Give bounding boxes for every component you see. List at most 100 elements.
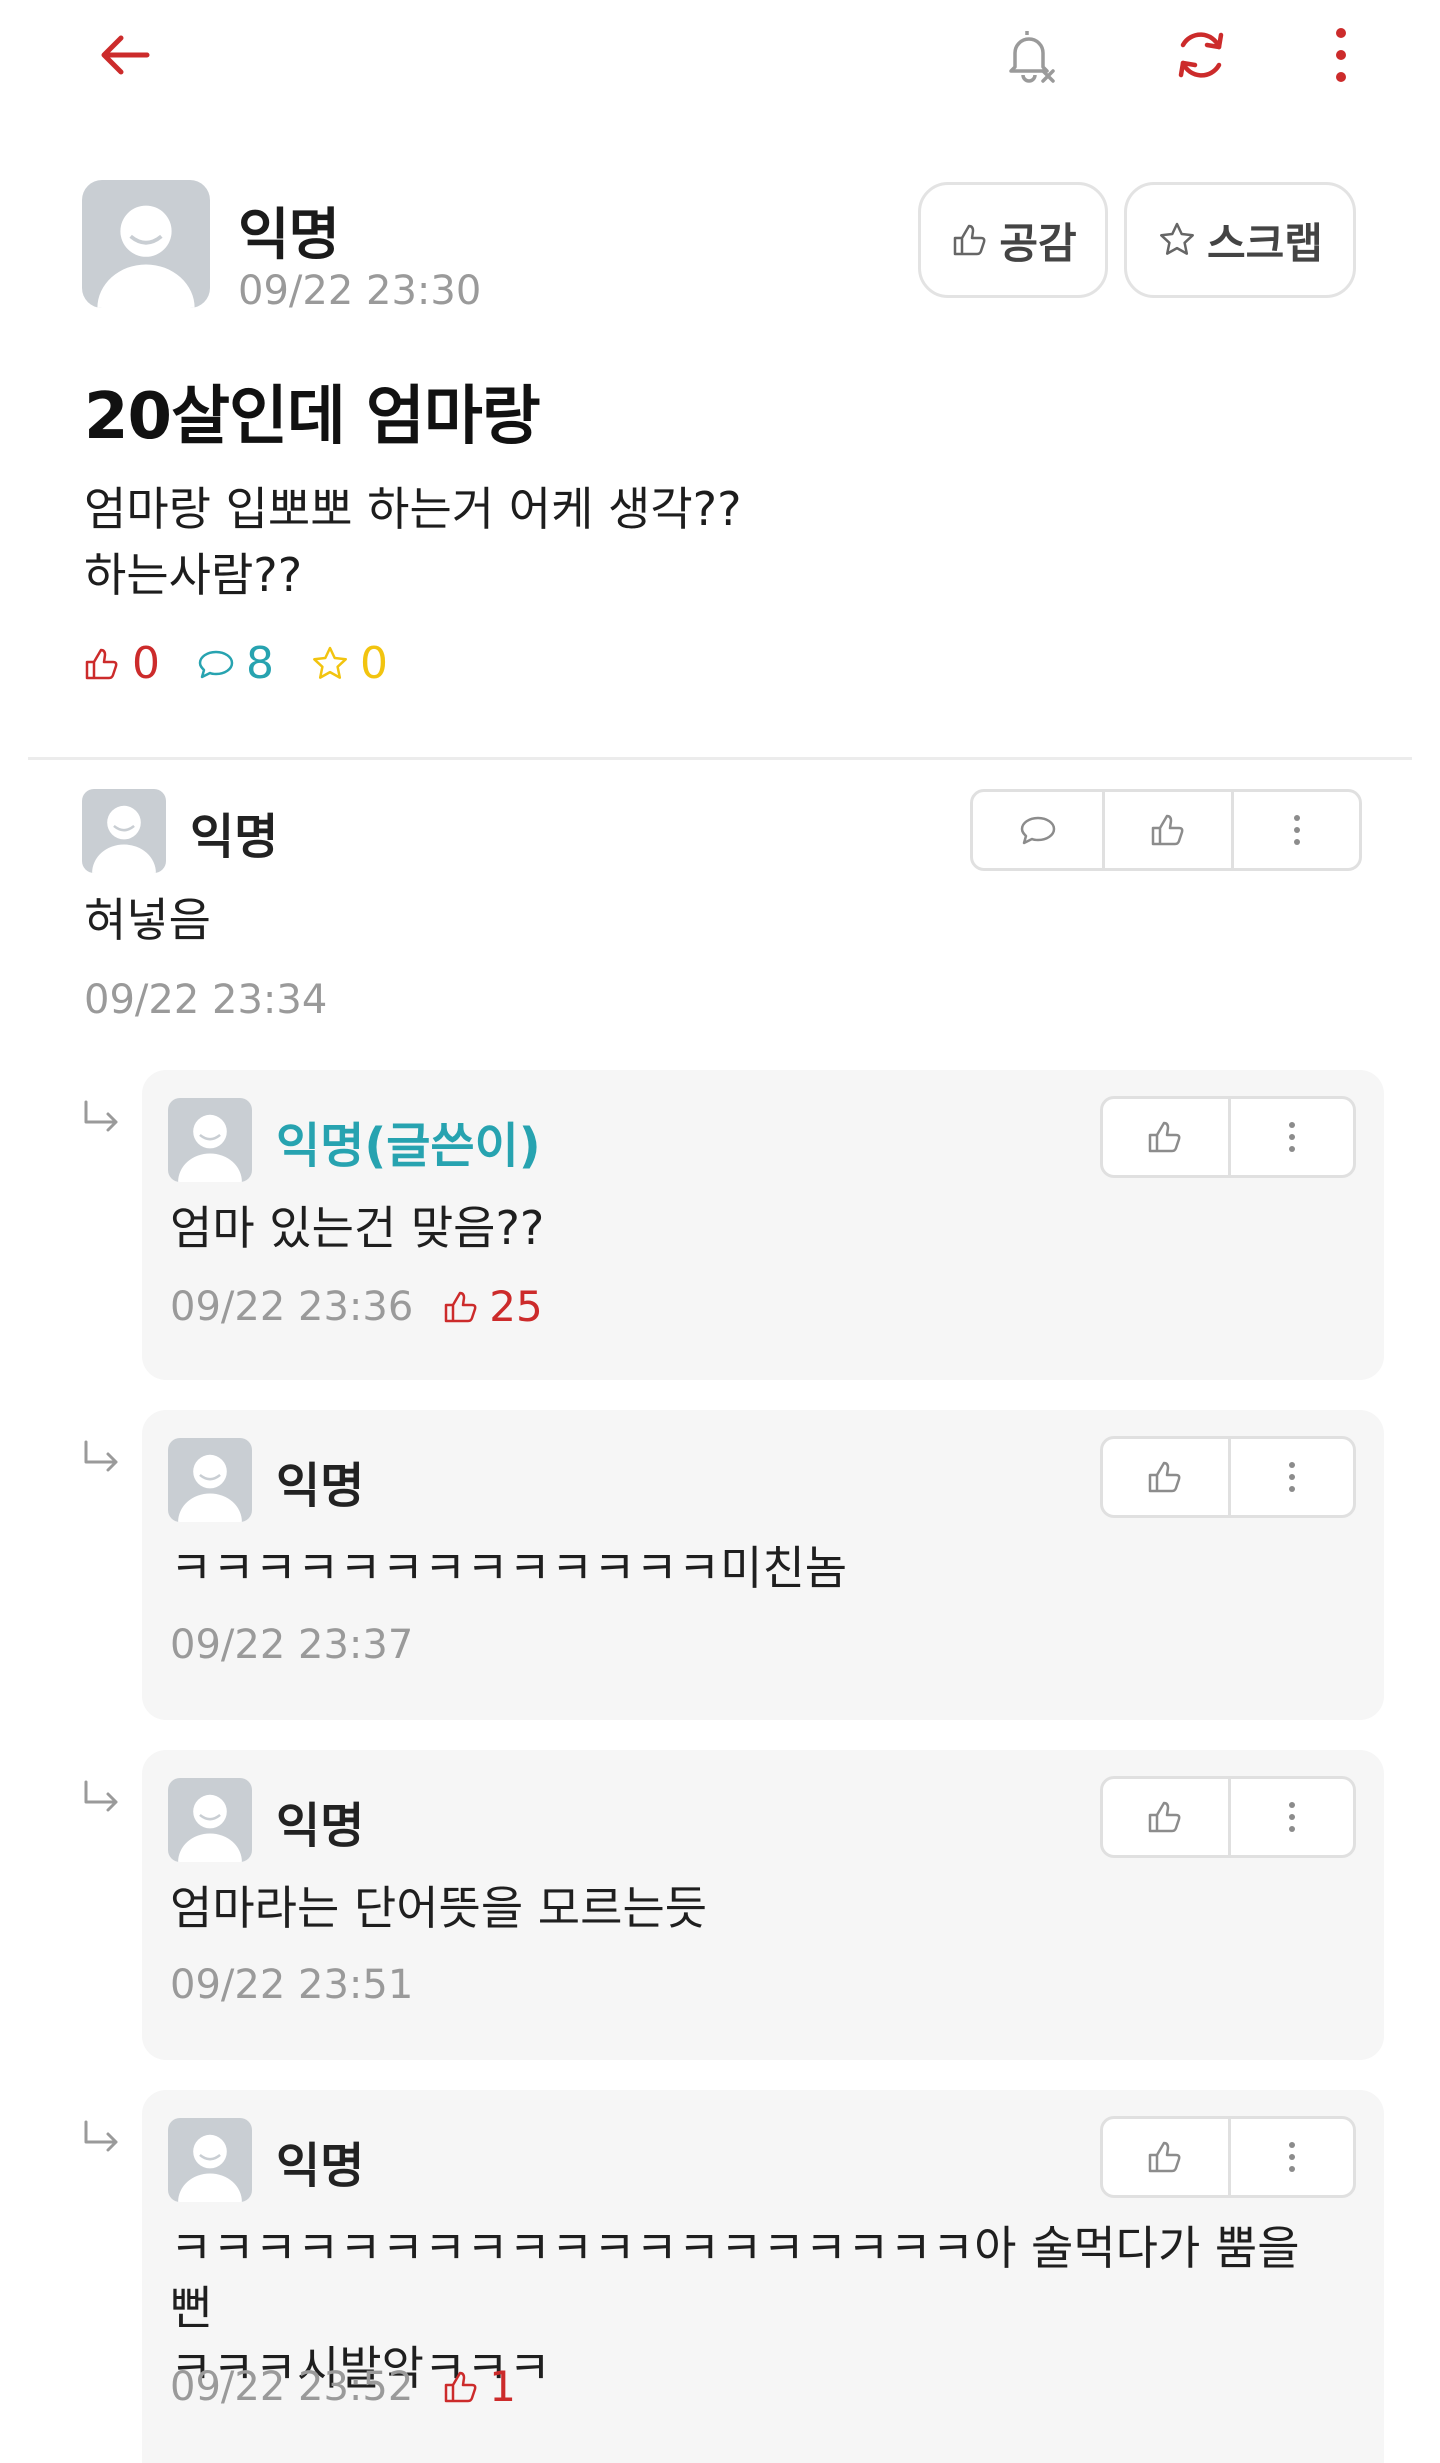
more-vertical-icon	[1293, 815, 1300, 845]
post-stats: 0 8 0	[82, 638, 424, 689]
reply-meta: 09/22 23:52 1	[170, 2362, 516, 2411]
reply-like-button[interactable]	[1103, 1779, 1228, 1855]
reply-author: 익명	[276, 2138, 365, 2194]
scrap-count-value: 0	[360, 638, 388, 689]
default-avatar-icon	[178, 2134, 242, 2202]
top-bar	[0, 0, 1440, 110]
thumbs-up-icon	[85, 648, 118, 679]
reply-button[interactable]	[973, 792, 1102, 868]
thumbs-up-icon	[954, 224, 986, 256]
default-avatar-icon	[178, 1454, 242, 1522]
reply: 익명(글쓴이) 엄마 있는건 맞음?? 09/22 23:36 25	[142, 1070, 1384, 1380]
reply-actions	[1100, 1096, 1356, 1178]
reply-like-button[interactable]	[1103, 1099, 1228, 1175]
reply-text: 엄마 있는건 맞음??	[170, 1201, 545, 1255]
thumbs-up-icon	[445, 2371, 477, 2402]
post-time: 09/22 23:30	[238, 268, 482, 314]
notification-off-button[interactable]	[994, 18, 1068, 92]
thumbs-up-icon	[1149, 1121, 1181, 1153]
speech-bubble-icon	[1020, 816, 1055, 845]
like-count-value: 0	[132, 638, 160, 689]
refresh-icon	[1178, 32, 1224, 78]
refresh-button[interactable]	[1164, 18, 1238, 92]
thumbs-up-icon	[1149, 1801, 1181, 1833]
reply-author: 익명	[276, 1458, 365, 1514]
star-icon	[1160, 222, 1194, 255]
avatar	[168, 1438, 252, 1522]
reply-more-button[interactable]	[1227, 1439, 1353, 1515]
more-options-button[interactable]	[1304, 18, 1378, 92]
thumbs-up-icon	[445, 1291, 477, 1322]
back-button[interactable]	[88, 18, 162, 92]
default-avatar-icon	[178, 1114, 242, 1182]
reply-meta: 09/22 23:36 25	[170, 1282, 543, 1331]
speech-bubble-icon	[198, 650, 234, 678]
comment-more-button[interactable]	[1231, 792, 1359, 868]
comment-text: 혀넣음	[84, 893, 211, 947]
default-avatar-icon	[92, 805, 156, 873]
like-count: 0	[82, 638, 160, 689]
reply-actions	[1100, 2116, 1356, 2198]
arrow-left-icon	[101, 35, 150, 75]
post-author: 익명	[238, 203, 340, 268]
reply-like-button[interactable]	[1103, 2119, 1228, 2195]
thumbs-up-icon	[1151, 814, 1184, 846]
reply-time: 09/22 23:52	[170, 2363, 414, 2410]
reply-arrow-icon	[84, 2120, 118, 2152]
more-vertical-icon	[1288, 2142, 1295, 2172]
default-avatar-icon	[97, 205, 195, 308]
comment-count-value: 8	[246, 638, 274, 689]
scrap-button-label: 스크랩	[1207, 218, 1323, 268]
post-body-line: 엄마랑 입뽀뽀 하는거 어케 생각??	[84, 482, 742, 536]
reply-like-count-value: 1	[489, 2362, 516, 2411]
like-button-label: 공감	[999, 218, 1077, 268]
reply-actions	[1100, 1776, 1356, 1858]
more-vertical-icon	[1288, 1122, 1295, 1152]
star-icon	[313, 646, 347, 679]
reply-like-count-value: 25	[489, 1282, 543, 1331]
comment-like-button[interactable]	[1102, 792, 1231, 868]
divider	[28, 757, 1412, 760]
more-vertical-icon	[1288, 1462, 1295, 1492]
reply-like-button[interactable]	[1103, 1439, 1228, 1515]
default-avatar-icon	[178, 1794, 242, 1862]
reply-more-button[interactable]	[1227, 1779, 1353, 1855]
avatar	[82, 180, 210, 308]
bell-off-icon	[1009, 31, 1055, 83]
more-vertical-icon	[1288, 1802, 1295, 1832]
reply-more-button[interactable]	[1227, 1099, 1353, 1175]
reply-arrow-icon	[84, 1440, 118, 1472]
comment-actions	[970, 789, 1362, 871]
like-button[interactable]: 공감	[918, 182, 1108, 298]
comment-time: 09/22 23:34	[84, 977, 328, 1023]
reply-actions	[1100, 1436, 1356, 1518]
reply-text-line: ㅋㅋㅋㅋㅋㅋㅋㅋㅋㅋㅋㅋㅋㅋㅋㅋㅋㅋㅋ아 술먹다가 뿜을 뻔	[170, 2221, 1300, 2335]
reply-time: 09/22 23:36	[170, 1283, 414, 1330]
avatar	[82, 789, 166, 873]
reply-like-count: 25	[441, 1282, 543, 1331]
reply-author: 익명	[276, 1798, 365, 1854]
reply-more-button[interactable]	[1227, 2119, 1353, 2195]
reply-time: 09/22 23:51	[170, 1962, 414, 2008]
thumbs-up-icon	[1149, 1461, 1181, 1493]
scrap-button[interactable]: 스크랩	[1124, 182, 1356, 298]
more-vertical-icon	[1336, 28, 1346, 82]
avatar	[168, 1778, 252, 1862]
comment: 익명 혀넣음 09/22 23:34	[82, 785, 1362, 1055]
comment-author: 익명	[190, 809, 279, 865]
post-body: 엄마랑 입뽀뽀 하는거 어케 생각?? 하는사람??	[84, 476, 741, 608]
reply-arrow-icon	[84, 1100, 118, 1132]
reply-like-count: 1	[441, 2362, 516, 2411]
reply-text: ㅋㅋㅋㅋㅋㅋㅋㅋㅋㅋㅋㅋㅋ미친놈	[170, 1541, 848, 1595]
reply-arrow-icon	[84, 1780, 118, 1812]
reply: 익명 엄마라는 단어뜻을 모르는듯 09/22 23:51	[142, 1750, 1384, 2060]
reply-text: 엄마라는 단어뜻을 모르는듯	[170, 1881, 708, 1935]
reply-meta: 09/22 23:51	[170, 1962, 413, 2008]
reply-meta: 09/22 23:37	[170, 1622, 413, 1668]
reply-author-op: 익명(글쓴이)	[276, 1118, 541, 1174]
post-title: 20살인데 엄마랑	[84, 380, 541, 454]
avatar	[168, 1098, 252, 1182]
scrap-count: 0	[310, 638, 388, 689]
reply-time: 09/22 23:37	[170, 1622, 414, 1668]
post-body-line: 하는사람??	[84, 548, 303, 602]
